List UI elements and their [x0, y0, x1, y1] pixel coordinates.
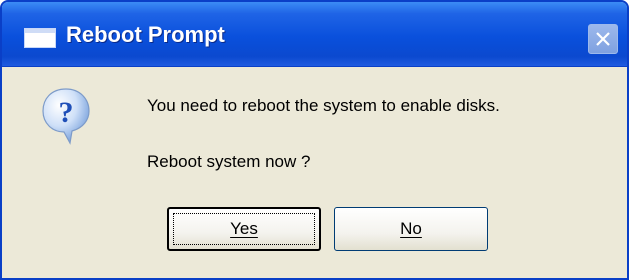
question-text: Reboot system now ? [147, 152, 311, 171]
close-icon [596, 32, 610, 46]
no-button[interactable]: No [334, 207, 488, 251]
window-icon [24, 28, 56, 48]
reboot-prompt-dialog: Reboot Prompt ? You need to reboot the s… [0, 0, 629, 280]
window-title: Reboot Prompt [66, 22, 225, 47]
close-button[interactable] [588, 24, 618, 54]
message-text: You need to reboot the system to enable … [147, 96, 500, 115]
question-icon: ? [42, 88, 90, 145]
yes-button[interactable]: Yes [167, 207, 321, 251]
title-bar[interactable]: Reboot Prompt [2, 2, 627, 67]
no-button-label: No [400, 219, 422, 238]
svg-text:?: ? [59, 96, 74, 129]
focus-rectangle [173, 213, 315, 245]
